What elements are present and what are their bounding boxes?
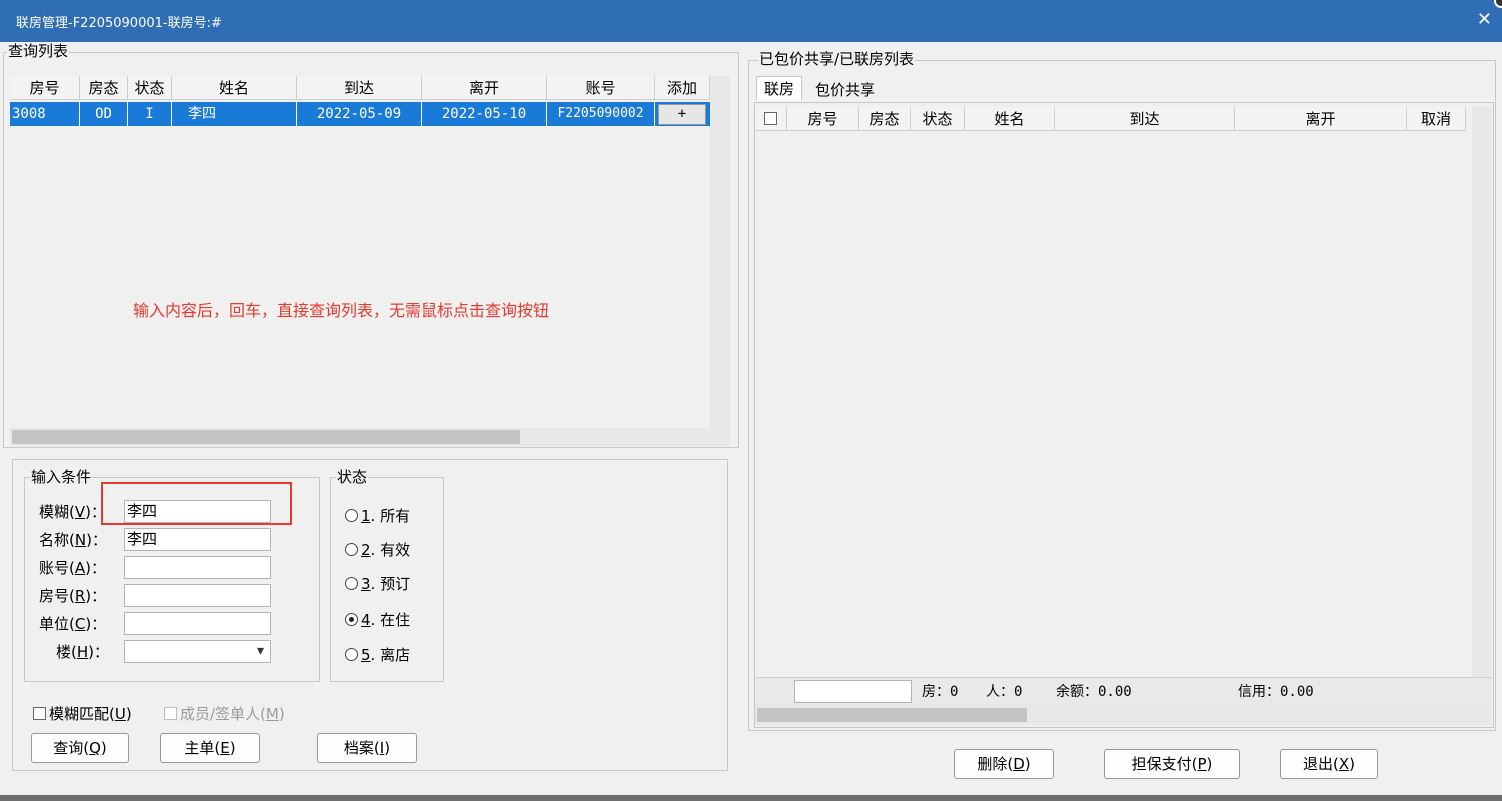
profile-button[interactable]: 档案(I) [317, 733, 417, 763]
query-hscroll-thumb[interactable] [12, 430, 520, 444]
cell-room: 3008 [10, 102, 80, 126]
col-room[interactable]: 房号 [10, 76, 80, 100]
col-r-arrival[interactable]: 到达 [1055, 107, 1235, 131]
status-group-title: 状态 [336, 468, 369, 486]
col-r-departure[interactable]: 离开 [1235, 107, 1407, 131]
balance-amount: 余额：0.00 [1056, 684, 1132, 700]
col-room-status[interactable]: 房态 [80, 76, 128, 100]
linked-vscrollbar[interactable] [1472, 107, 1492, 677]
col-add[interactable]: 添加 [655, 76, 710, 100]
account-label: 账号(A)： [39, 559, 106, 577]
tab-package-share[interactable]: 包价共享 [806, 78, 884, 102]
bottom-edge [0, 795, 1502, 801]
col-arrival[interactable]: 到达 [297, 76, 422, 100]
people-count: 人：0 [986, 684, 1023, 700]
members-box [164, 707, 177, 720]
linked-hscroll-thumb[interactable] [757, 708, 1027, 722]
col-account[interactable]: 账号 [547, 76, 655, 100]
room-label: 房号(R)： [39, 587, 107, 605]
radio-in-house-dot [345, 613, 358, 626]
col-departure[interactable]: 离开 [422, 76, 547, 100]
name-input[interactable]: 李四 [124, 528, 271, 551]
credit-amount: 信用：0.00 [1238, 684, 1314, 700]
cell-arrival: 2022-05-09 [297, 102, 422, 126]
radio-all-dot [345, 509, 358, 522]
window-title: 联房管理-F2205090001-联房号:# [16, 16, 222, 31]
col-r-room[interactable]: 房号 [787, 107, 859, 131]
linked-list-title: 已包价共享/已联房列表 [758, 50, 916, 68]
exit-button[interactable]: 退出(X) [1280, 749, 1378, 779]
master-button[interactable]: 主单(E) [160, 733, 260, 763]
query-hscrollbar[interactable] [10, 428, 730, 446]
hint-text: 输入内容后，回车，直接查询列表，无需鼠标点击查询按钮 [133, 301, 550, 320]
title-bar: 联房管理-F2205090001-联房号:# ✕ [0, 0, 1502, 42]
add-row-button[interactable]: + [658, 104, 706, 125]
col-r-cancel[interactable]: 取消 [1407, 107, 1466, 131]
fuzzy-match-checkbox[interactable]: 模糊匹配(U) [33, 704, 132, 724]
company-label: 单位(C)： [39, 615, 107, 633]
radio-reserved-dot [345, 577, 358, 590]
name-label: 名称(N)： [39, 531, 107, 549]
linked-hscrollbar[interactable] [755, 705, 1492, 725]
guarantee-pay-button[interactable]: 担保支付(P) [1104, 749, 1240, 779]
col-r-room-status[interactable]: 房态 [859, 107, 911, 131]
radio-all[interactable]: 1. 所有 [345, 506, 410, 526]
close-icon[interactable]: ✕ [1477, 9, 1492, 30]
tab-linked-rooms[interactable]: 联房 [756, 76, 802, 100]
fuzzy-match-box [33, 707, 46, 720]
linked-table [754, 102, 1494, 728]
cell-departure: 2022-05-10 [422, 102, 547, 126]
col-name[interactable]: 姓名 [172, 76, 297, 100]
input-conditions-title: 输入条件 [30, 468, 93, 486]
room-input[interactable] [124, 584, 271, 607]
building-select[interactable]: ▾ [124, 640, 271, 663]
radio-in-house[interactable]: 4. 在住 [345, 610, 410, 630]
rooms-count: 房：0 [922, 684, 959, 700]
radio-valid[interactable]: 2. 有效 [345, 540, 410, 560]
building-label: 楼(H)： [56, 643, 109, 661]
col-r-name[interactable]: 姓名 [965, 107, 1055, 131]
cell-status: I [128, 102, 172, 126]
members-checkbox[interactable]: 成员/签单人(M) [164, 704, 285, 724]
chevron-down-icon[interactable]: ▾ [257, 641, 264, 662]
radio-valid-dot [345, 543, 358, 556]
col-r-status[interactable]: 状态 [911, 107, 965, 131]
query-list-title: 查询列表 [7, 42, 70, 60]
company-input[interactable] [124, 612, 271, 635]
highlight-box [101, 482, 292, 525]
select-all-checkbox[interactable] [755, 107, 787, 131]
corner-indicator [1494, 0, 1502, 8]
table-row[interactable]: 3008 OD I 李四 2022-05-09 2022-05-10 F2205… [10, 102, 710, 126]
cell-room-status: OD [80, 102, 128, 126]
radio-checked-out[interactable]: 5. 离店 [345, 645, 410, 665]
linked-table-header: 房号 房态 状态 姓名 到达 离开 取消 [755, 107, 1466, 131]
col-status[interactable]: 状态 [128, 76, 172, 100]
delete-button[interactable]: 删除(D) [954, 749, 1054, 779]
fuzzy-label: 模糊(V)： [39, 503, 106, 521]
cell-name: 李四 [172, 102, 297, 126]
summary-input[interactable] [794, 680, 912, 703]
query-vscrollbar[interactable] [710, 76, 730, 428]
radio-checked-out-dot [345, 648, 358, 661]
radio-reserved[interactable]: 3. 预订 [345, 574, 410, 594]
account-input[interactable] [124, 556, 271, 579]
query-table-header: 房号 房态 状态 姓名 到达 离开 账号 添加 [10, 76, 710, 100]
query-button[interactable]: 查询(Q) [31, 733, 129, 763]
cell-account: F2205090002 [547, 102, 655, 126]
